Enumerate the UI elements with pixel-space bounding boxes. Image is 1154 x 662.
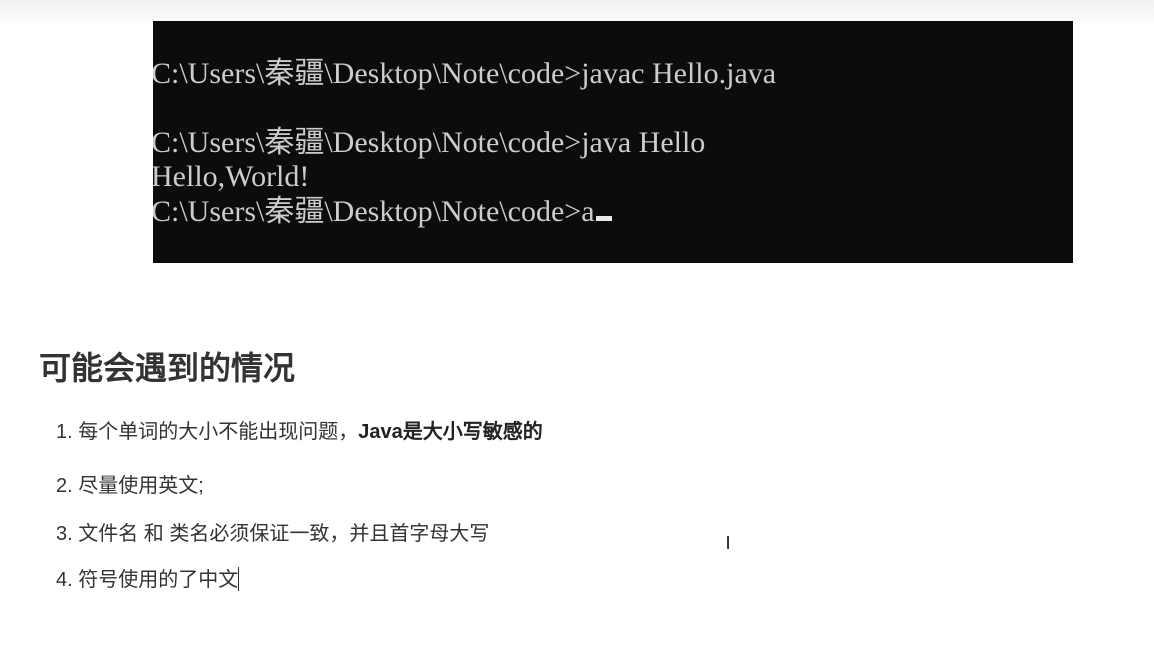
list-item: 2. 尽量使用英文; (56, 472, 204, 500)
terminal-screenshot: C:\Users\秦疆\Desktop\Note\code>javac Hell… (153, 21, 1073, 263)
terminal-cursor-icon (595, 216, 612, 221)
list-item-text[interactable]: 符号使用的了中文 (78, 569, 238, 591)
terminal-line-javac: C:\Users\秦疆\Desktop\Note\code>javac Hell… (153, 57, 777, 90)
top-band (0, 0, 1154, 22)
list-item: 1. 每个单词的大小不能出现问题，Java是大小写敏感的 (56, 418, 543, 446)
text-cursor-icon: I (725, 533, 731, 554)
terminal-line-java: C:\Users\秦疆\Desktop\Note\code>java Hello (153, 126, 706, 159)
list-item: 3. 文件名 和 类名必须保证一致，并且首字母大写 (56, 520, 489, 548)
list-item-number: 2. (56, 475, 73, 497)
section-heading: 可能会遇到的情况 (39, 350, 296, 386)
terminal-line-output: Hello,World! (153, 160, 310, 193)
list-item-text: 文件名 和 类名必须保证一致，并且首字母大写 (78, 523, 490, 545)
list-item-number: 4. (56, 569, 73, 591)
list-item-bold-text: Java是大小写敏感的 (358, 421, 543, 443)
list-item-number: 1. (56, 421, 73, 443)
text-insertion-caret (238, 567, 240, 591)
list-item-text: 每个单词的大小不能出现问题， (78, 421, 359, 443)
list-item-number: 3. (56, 523, 73, 545)
terminal-line-prompt: C:\Users\秦疆\Desktop\Note\code>a (153, 195, 612, 229)
list-item-text: 尽量使用英文; (78, 475, 204, 497)
list-item[interactable]: 4. 符号使用的了中文 (56, 566, 240, 594)
